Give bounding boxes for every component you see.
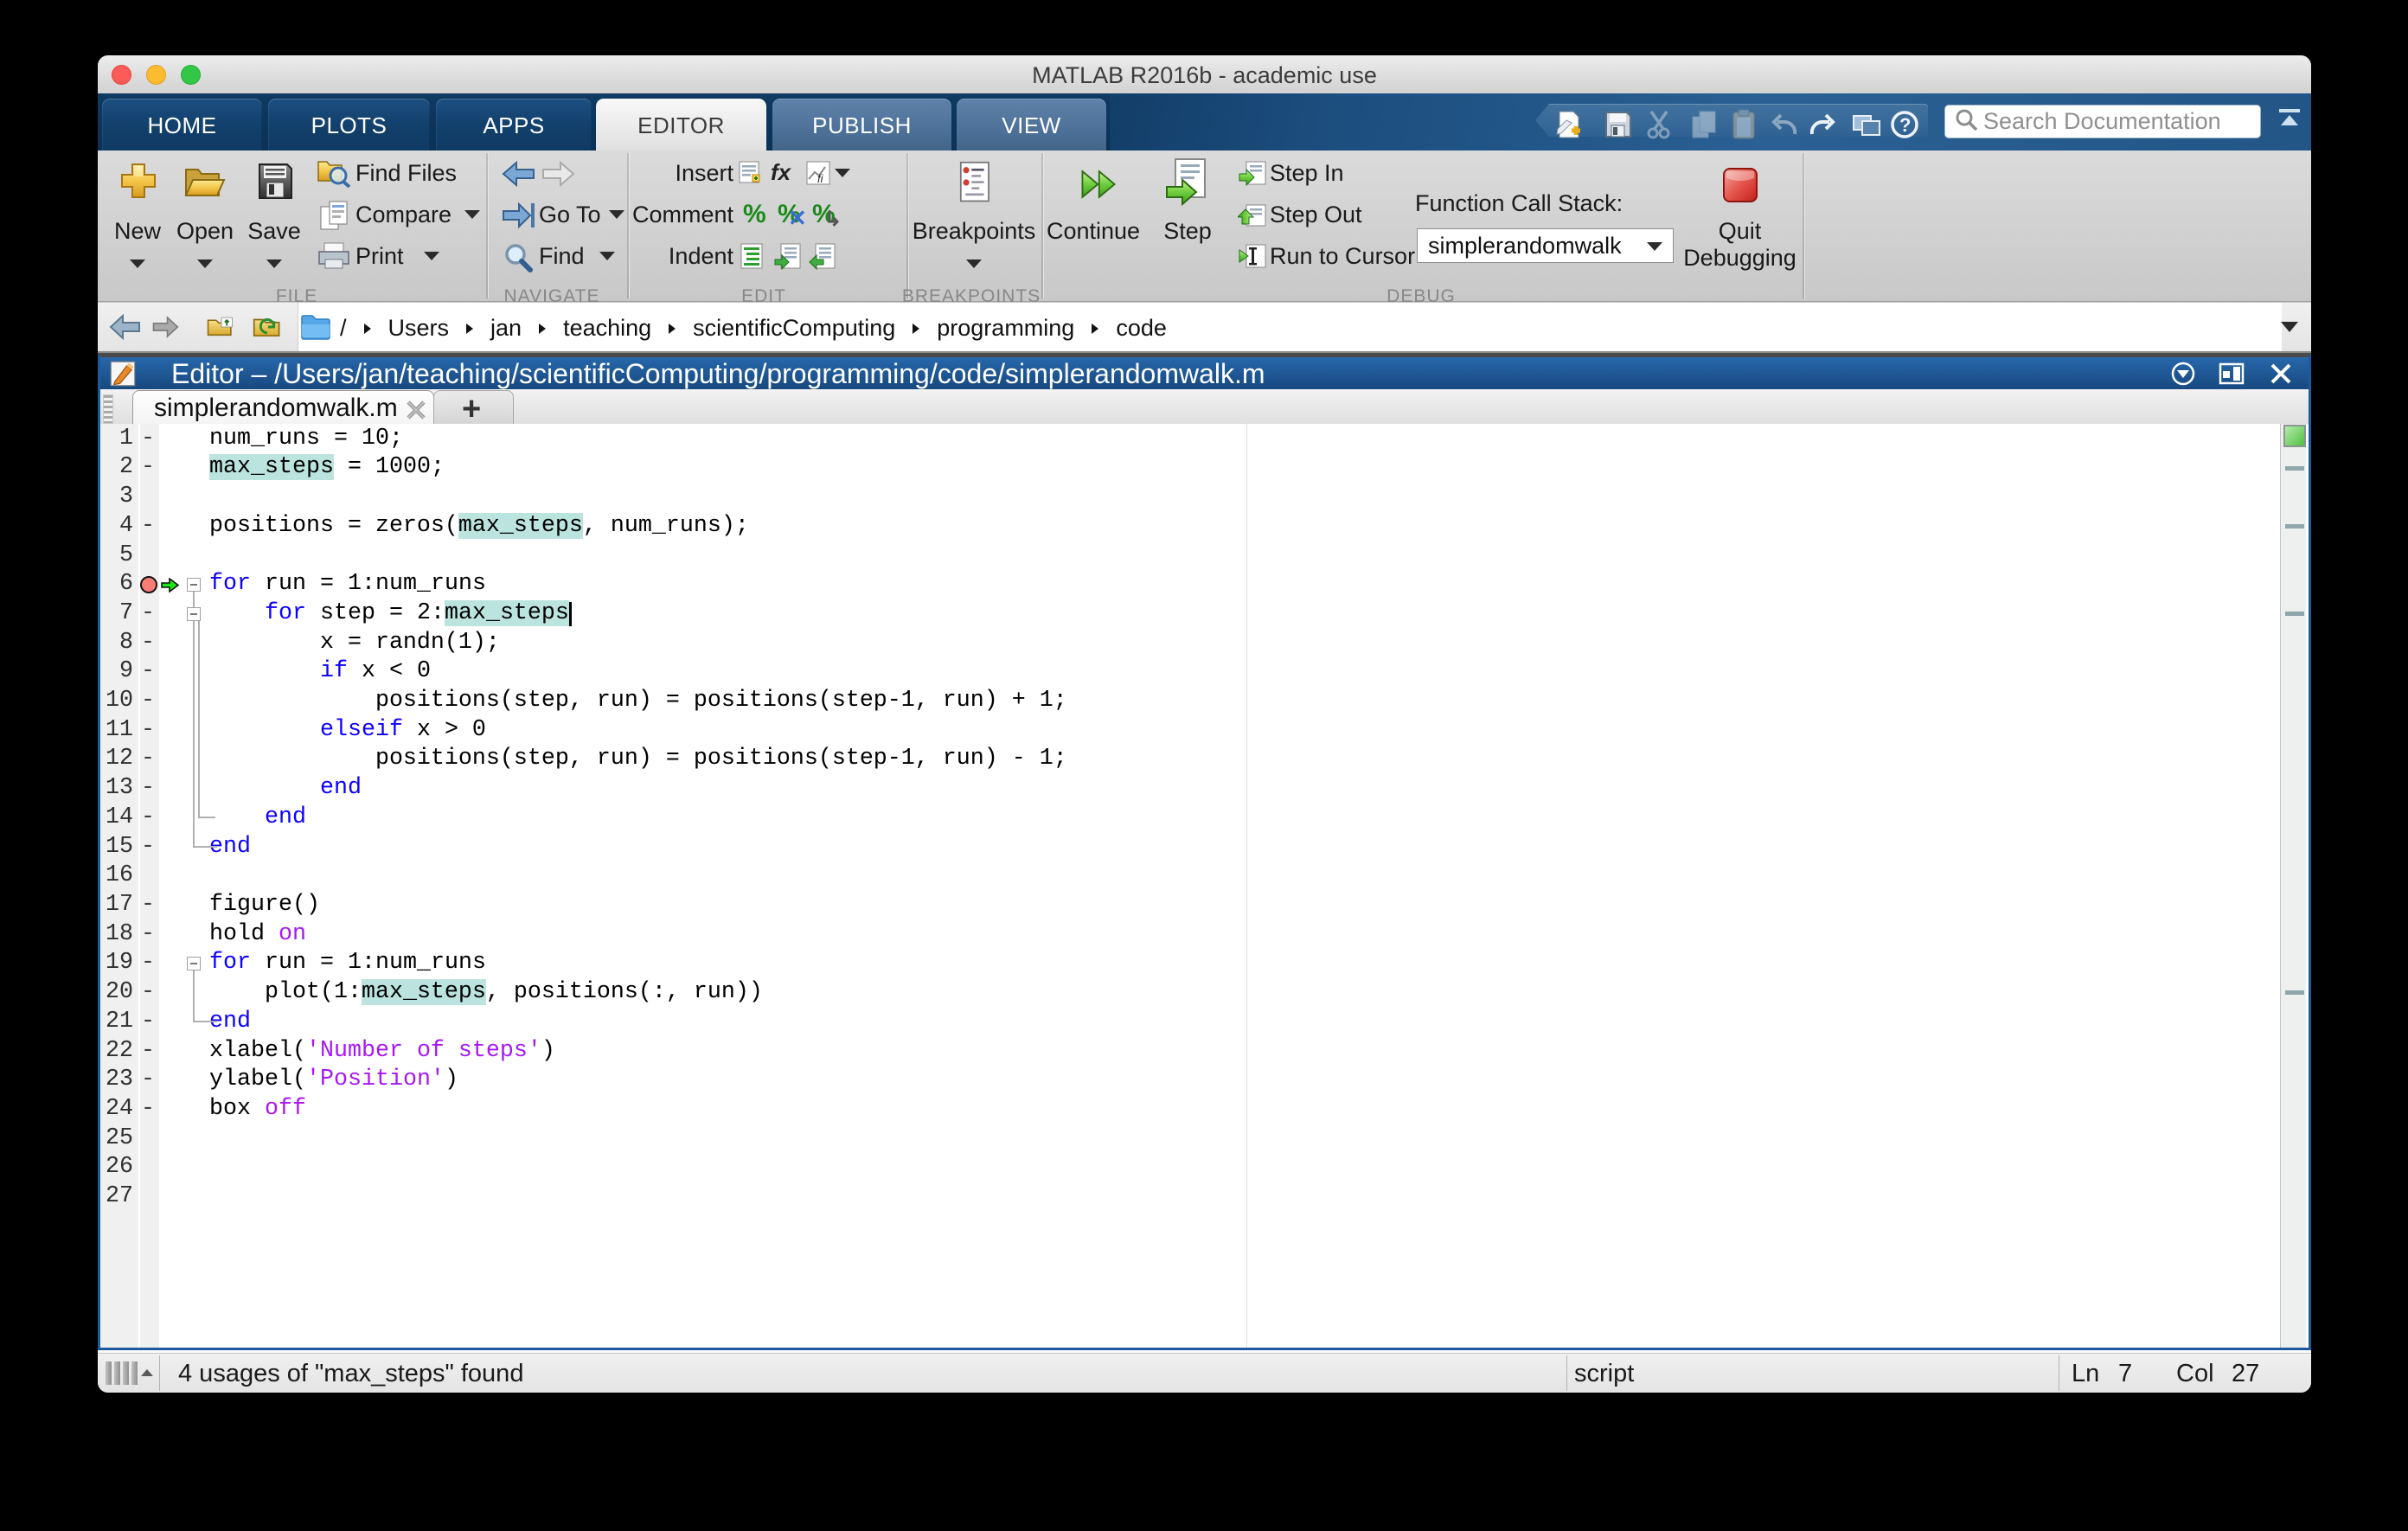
svg-text:?: ? <box>1899 114 1911 136</box>
svg-text:fi: fi <box>817 172 824 185</box>
